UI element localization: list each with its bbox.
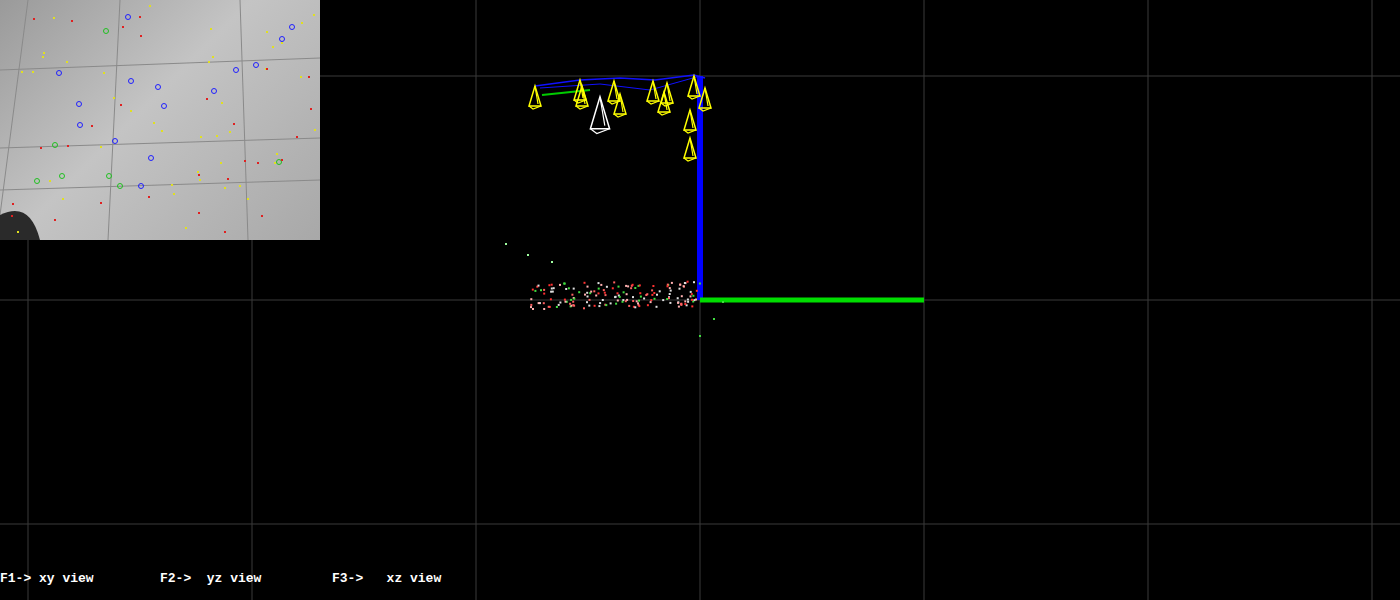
- keyframe-camera-icon: [529, 86, 541, 109]
- feature-overlay: [0, 0, 320, 240]
- view-hint: F2-> yz view: [160, 570, 332, 588]
- keyframe-camera-icon: [684, 110, 696, 133]
- point-cloud: [505, 243, 724, 337]
- keyframe-camera-icon: [699, 88, 711, 111]
- grid: [0, 0, 1400, 600]
- keyframe-camera-icon: [576, 86, 588, 109]
- view-hint: F1-> xy view: [0, 570, 160, 588]
- keyframe-camera-icon: [684, 138, 696, 161]
- camera-image: [0, 0, 320, 240]
- keyframe-camera-icon: [614, 94, 626, 117]
- view-hint: F3-> xz view: [332, 570, 492, 588]
- y-axis: [700, 298, 924, 303]
- keyframe-camera-icon: [688, 76, 700, 99]
- keyframe-camera-icon: [647, 81, 659, 104]
- keyframe-camera-icon: [658, 92, 670, 115]
- floor-tiles: [0, 0, 320, 240]
- current-camera-icon: [590, 97, 609, 134]
- viewer[interactable]: F1-> xy viewF2-> yz viewF3-> xz view: [0, 0, 1400, 600]
- features: [11, 5, 316, 233]
